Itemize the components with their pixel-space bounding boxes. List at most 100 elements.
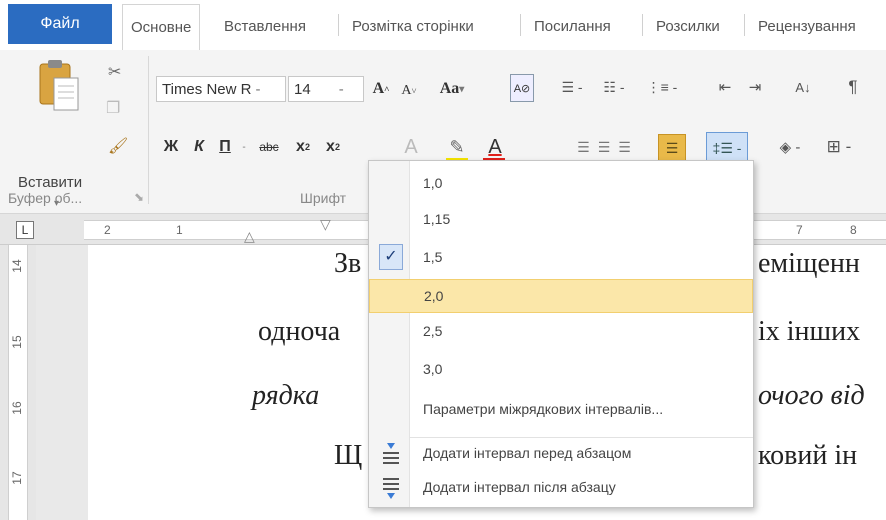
- group-separator: [148, 56, 149, 204]
- bullets-icon[interactable]: ☰ -: [552, 74, 592, 100]
- paste-icon[interactable]: [38, 58, 82, 114]
- grow-font-label: A: [372, 80, 385, 97]
- ruler-number: 8: [850, 223, 857, 237]
- decrease-indent-icon[interactable]: ⇤: [710, 74, 740, 100]
- tab-separator: [338, 14, 339, 36]
- shading-icon[interactable]: ◈ -: [770, 134, 810, 160]
- document-text: рядка: [252, 380, 320, 411]
- menu-item-label: 1,15: [423, 211, 451, 227]
- menu-item-add-after[interactable]: Додати інтервал після абзацу: [369, 471, 753, 505]
- document-text: еміщенн: [758, 248, 860, 279]
- menu-item-3-0[interactable]: 3,0: [369, 353, 753, 387]
- tab-insert[interactable]: Вставлення: [224, 4, 306, 48]
- tab-file[interactable]: Файл: [8, 4, 112, 44]
- font-name-select[interactable]: Times New R -: [156, 76, 286, 102]
- justify-icon[interactable]: ☰: [658, 134, 686, 162]
- menu-item-label: 1,5: [423, 249, 443, 265]
- shrink-font-button[interactable]: A ˅: [398, 78, 420, 104]
- ruler-number: 1: [176, 223, 183, 237]
- ruler-number: 2: [104, 223, 111, 237]
- superscript-label: x: [326, 138, 335, 155]
- menu-item-1-15[interactable]: 1,15: [369, 203, 753, 237]
- tab-separator: [744, 14, 745, 36]
- document-text: ковий ін: [758, 440, 858, 471]
- underline-button[interactable]: П: [214, 134, 236, 160]
- left-indent-marker[interactable]: △: [244, 228, 255, 245]
- menu-item-label: 1,0: [423, 175, 443, 191]
- vruler-number: 16: [10, 401, 24, 415]
- document-text: Щ: [334, 440, 363, 471]
- change-case-label: Aa: [439, 80, 460, 97]
- tab-separator: [520, 14, 521, 36]
- menu-item-label: 2,5: [423, 323, 443, 339]
- chevron-down-icon[interactable]: -: [238, 134, 250, 160]
- space-before-icon: [383, 443, 399, 464]
- borders-icon[interactable]: ⊞ -: [816, 134, 862, 160]
- document-text: Зв: [334, 248, 362, 279]
- menu-item-label: 2,0: [424, 288, 444, 304]
- highlighter-icon[interactable]: ✎: [444, 134, 470, 160]
- cut-icon[interactable]: ✂: [108, 62, 121, 82]
- document-text: одноча: [258, 316, 341, 347]
- font-name-value: Times New R: [162, 80, 252, 98]
- bold-button[interactable]: Ж: [160, 134, 182, 160]
- menu-item-label: 3,0: [423, 361, 443, 377]
- menu-item-add-before[interactable]: Додати інтервал перед абзацом: [369, 437, 753, 471]
- increase-indent-icon[interactable]: ⇥: [740, 74, 770, 100]
- vertical-ruler: 14 15 16 17: [0, 245, 36, 520]
- menu-item-2-0[interactable]: 2,0: [369, 279, 753, 313]
- first-line-indent-marker[interactable]: ▽: [320, 216, 331, 233]
- alignment-buttons: ☰ ☰ ☰: [552, 134, 656, 160]
- align-left-icon[interactable]: ☰: [577, 139, 590, 156]
- space-after-icon: [383, 478, 399, 499]
- clear-formatting-icon[interactable]: A⊘: [510, 74, 534, 102]
- tab-page-layout[interactable]: Розмітка сторінки: [352, 4, 474, 48]
- font-size-value: 14: [294, 80, 311, 98]
- clipboard-group-label: Буфер об...: [8, 190, 83, 206]
- tab-home[interactable]: Основне: [122, 4, 201, 50]
- paste-button-label[interactable]: Вставити: [18, 174, 82, 191]
- menu-item-label: Додати інтервал перед абзацом: [423, 445, 632, 461]
- tab-mailings[interactable]: Розсилки: [656, 4, 720, 48]
- italic-button[interactable]: К: [188, 134, 210, 160]
- subscript-button[interactable]: x2: [290, 134, 316, 160]
- sort-icon[interactable]: A↓: [790, 74, 816, 100]
- menu-item-2-5[interactable]: 2,5: [369, 315, 753, 349]
- dialog-launcher-icon[interactable]: ⬊: [134, 190, 144, 204]
- document-text: очого від: [758, 380, 865, 411]
- menu-item-1-0[interactable]: 1,0: [369, 167, 753, 201]
- document-text: іх іншиx: [758, 316, 861, 347]
- align-center-icon[interactable]: ☰: [598, 139, 611, 156]
- menu-item-label: Додати інтервал після абзацу: [423, 479, 616, 495]
- tab-references[interactable]: Посилання: [534, 4, 611, 48]
- strikethrough-button[interactable]: abc: [254, 134, 284, 160]
- change-case-button[interactable]: Aa ▾: [430, 76, 474, 102]
- tab-review[interactable]: Рецензування: [758, 4, 856, 48]
- chevron-down-icon: -: [255, 80, 261, 98]
- menu-item-spacing-options[interactable]: Параметри міжрядкових інтервалів...: [369, 393, 753, 427]
- ribbon-tabs: Файл Основне Вставлення Розмітка сторінк…: [0, 0, 886, 51]
- multilevel-list-icon[interactable]: ⋮≡ -: [640, 74, 684, 100]
- show-marks-icon[interactable]: ¶: [840, 74, 866, 100]
- line-spacing-menu: 1,0 1,15 ✓ 1,5 2,0 2,5 3,0 Параметри між…: [368, 160, 754, 508]
- menu-item-label: Параметри міжрядкових інтервалів...: [423, 401, 664, 417]
- menu-item-1-5[interactable]: ✓ 1,5: [369, 241, 753, 275]
- superscript-button[interactable]: x2: [320, 134, 346, 160]
- font-color-icon[interactable]: A: [482, 134, 508, 160]
- tab-separator: [642, 14, 643, 36]
- subscript-label: x: [296, 138, 305, 155]
- text-effects-icon[interactable]: A: [398, 134, 424, 160]
- numbering-icon[interactable]: ☷ -: [594, 74, 634, 100]
- vruler-number: 17: [10, 471, 24, 485]
- format-painter-icon[interactable]: 🖌: [108, 136, 128, 156]
- grow-font-button[interactable]: A ˄: [370, 76, 392, 102]
- copy-icon[interactable]: ❐: [106, 98, 120, 118]
- ruler-number: 7: [796, 223, 803, 237]
- check-icon: ✓: [379, 244, 403, 270]
- font-size-select[interactable]: 14 -: [288, 76, 364, 102]
- vruler-number: 15: [10, 335, 24, 349]
- align-right-icon[interactable]: ☰: [618, 139, 631, 156]
- tab-selector[interactable]: L: [16, 221, 34, 239]
- chevron-down-icon: -: [338, 80, 344, 98]
- vruler-number: 14: [10, 259, 24, 273]
